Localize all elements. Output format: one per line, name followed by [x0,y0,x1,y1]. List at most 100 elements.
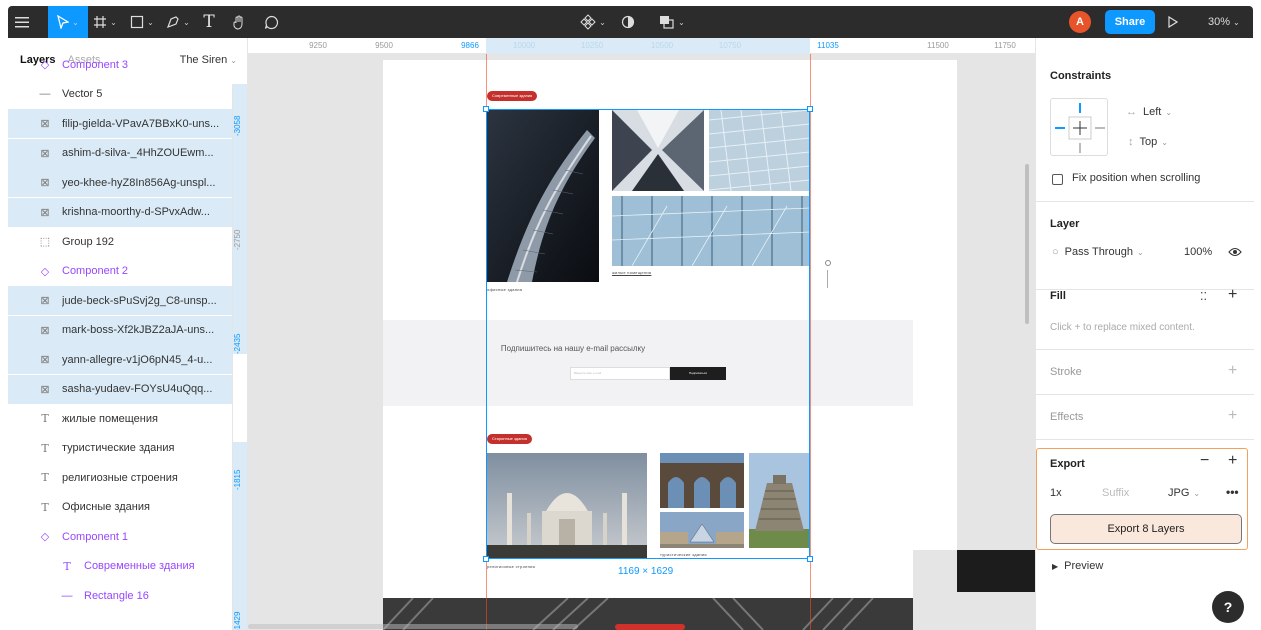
help-button[interactable]: ? [1212,591,1244,623]
component-icon: ◇ [40,531,50,543]
comment-tool-icon[interactable] [258,6,284,38]
layer-row[interactable]: ⊠ sasha-yudaev-FOYsU4uQqq... [8,374,232,404]
mask-icon[interactable] [616,6,640,38]
export-suffix-input[interactable]: Suffix [1102,487,1129,499]
image-icon: ⊠ [40,383,50,396]
constraints-widget[interactable] [1050,98,1108,156]
zoom-dropdown[interactable]: 30% ⌄ [1208,6,1240,38]
resize-handle[interactable] [807,556,813,562]
boolean-icon[interactable]: ⌄ [652,6,692,38]
text-icon: T [63,559,71,573]
frame-tool-icon[interactable]: ⌄ [90,6,120,38]
image-icon: ⊠ [40,295,50,307]
image-icon: ⊠ [40,324,50,337]
layer-row[interactable]: ⊠ yann-allegre-v1jO6pN45_4-u... [8,345,232,374]
export-scale[interactable]: 1x [1050,487,1062,499]
more-options-icon[interactable]: ••• [1226,485,1239,499]
layer-row[interactable]: ⊠ krishna-moorthy-d-SPvxAdw... [8,197,232,227]
image-icon: ⊠ [40,177,50,189]
add-fill-icon[interactable]: + [1228,286,1237,304]
layer-row[interactable]: ⊠ mark-boss-Xf2kJBZ2aJA-uns... [8,315,232,345]
constraint-vertical-dropdown[interactable]: ↕ Top ⌄ [1128,136,1168,148]
ruler-tick: 10250 [580,41,604,50]
layer-row[interactable]: Tжилые помещения [8,404,232,433]
export-layers-button[interactable]: Export 8 Layers [1050,514,1242,544]
image-icon: ⊠ [40,206,50,219]
eye-icon[interactable] [1228,246,1242,260]
menu-icon[interactable] [8,6,36,38]
layer-name: Component 3 [62,58,129,71]
pen-tool-icon[interactable]: ⌄ [162,6,194,38]
styles-grid-icon[interactable]: ⁚⁚ [1200,290,1207,303]
pager-circle-icon[interactable] [825,260,831,266]
guide-line [810,54,811,630]
ruler-tick: 11750 [994,41,1016,50]
export-format-dropdown[interactable]: JPG ⌄ [1168,487,1200,499]
adjacent-frame-dark [957,550,1035,592]
layer-row[interactable]: T Офисные здания [8,493,232,522]
layer-row[interactable]: ◇ Component 3 [8,50,232,79]
ruler-tick: 9250 [309,41,327,50]
properties-panel: Constraints ↔ Left ⌄ ↕ Top ⌄ Fix position wh… [1035,38,1254,630]
layer-name: yeo-khee-hyZ8In856Ag-unspl... [62,176,216,189]
layer-row[interactable]: ⊠ jude-beck-sPuSvj2g_C8-unsp... [8,286,232,315]
blend-mode-value: Pass Through [1064,246,1133,258]
resize-handle[interactable] [483,106,489,112]
effects-section: Effects + [1036,395,1254,440]
layer-name: религиозные строения [62,471,178,484]
layer-name: Component 1 [62,530,129,543]
line-icon: — [61,589,73,602]
rectangle-tool-icon[interactable]: ⌄ [126,6,158,38]
opacity-field[interactable]: 100% [1184,246,1212,258]
adjacent-frame [913,60,957,550]
resize-handle[interactable] [483,556,489,562]
share-button[interactable]: Share [1105,10,1155,34]
layer-row[interactable]: Tрелигиозные строения [8,463,232,492]
frame-icon: ⬚ [39,236,51,248]
remove-export-icon[interactable]: − [1200,452,1209,470]
preview-toggle[interactable]: ▶ Preview [1052,560,1103,572]
layer-row[interactable]: ⊠ yeo-khee-hyZ8In856Ag-unspl... [8,168,232,197]
ruler-tick: 11500 [927,41,949,50]
text-icon: T [41,500,49,514]
component-icon: ◇ [40,265,50,278]
vruler-label: -3058 [233,115,242,137]
layer-row[interactable]: ⊠ ashim-d-silva-_4HhZOUEwm... [8,138,232,168]
caret-right-icon: ▶ [1052,562,1059,571]
layer-row[interactable]: T Современные здания [8,552,232,581]
layer-row[interactable]: Tтуристические здания [8,434,232,463]
design-canvas[interactable]: Современные здания офисные здания жилые … [248,54,1035,630]
vruler-label: -2750 [233,229,242,251]
add-stroke-icon[interactable]: + [1228,362,1237,380]
layer-name: krishna-moorthy-d-SPvxAdw... [62,206,210,218]
horizontal-scrollbar[interactable] [248,624,578,629]
layer-row[interactable]: ◇ Component 1 [8,522,232,551]
add-export-icon[interactable]: + [1228,452,1237,470]
vertical-scrollbar[interactable] [1025,164,1029,324]
caption-religious[interactable]: религиозные строения [487,564,535,569]
stroke-section: Stroke + [1036,350,1254,395]
layer-row[interactable]: ◇ Component 2 [8,257,232,286]
layer-row[interactable]: ⬚ Group 192 [8,227,232,256]
text-tool-icon[interactable]: T [198,6,220,38]
constraint-horizontal-dropdown[interactable]: ↔ Left ⌄ [1126,106,1172,118]
user-avatar[interactable]: A [1069,11,1091,33]
tag-modern-buildings[interactable]: Современные здания [487,91,538,101]
layers-panel: Layers Assets The Siren ⌄ ◇ Component 3— Ve… [8,38,248,630]
layer-name: Офисные здания [62,501,150,513]
layer-row[interactable]: — Vector 5 [8,80,232,109]
add-effect-icon[interactable]: + [1228,407,1237,425]
layer-row[interactable]: — Rectangle 16 [8,581,232,610]
layer-row[interactable]: ⊠ filip-gielda-VPavA7BBxK0-uns... [8,109,232,138]
move-tool-icon[interactable]: ⌄ [48,6,88,38]
fix-position-checkbox[interactable] [1052,174,1063,185]
present-play-icon[interactable] [1168,6,1178,38]
top-toolbar: ⌄ ⌄ ⌄ ⌄ T ⌄ ⌄ A Share 30% ⌄ [8,6,1253,38]
component-icon[interactable]: ⌄ [576,6,610,38]
blend-mode-dropdown[interactable]: ○ Pass Through ⌄ [1052,246,1144,258]
vector-icon: — [39,88,51,100]
horizontal-ruler: 9250 9500 9866 10000 10250 10500 10750 1… [248,38,1035,54]
hand-tool-icon[interactable] [226,6,252,38]
resize-handle[interactable] [807,106,813,112]
text-icon: T [41,441,49,455]
